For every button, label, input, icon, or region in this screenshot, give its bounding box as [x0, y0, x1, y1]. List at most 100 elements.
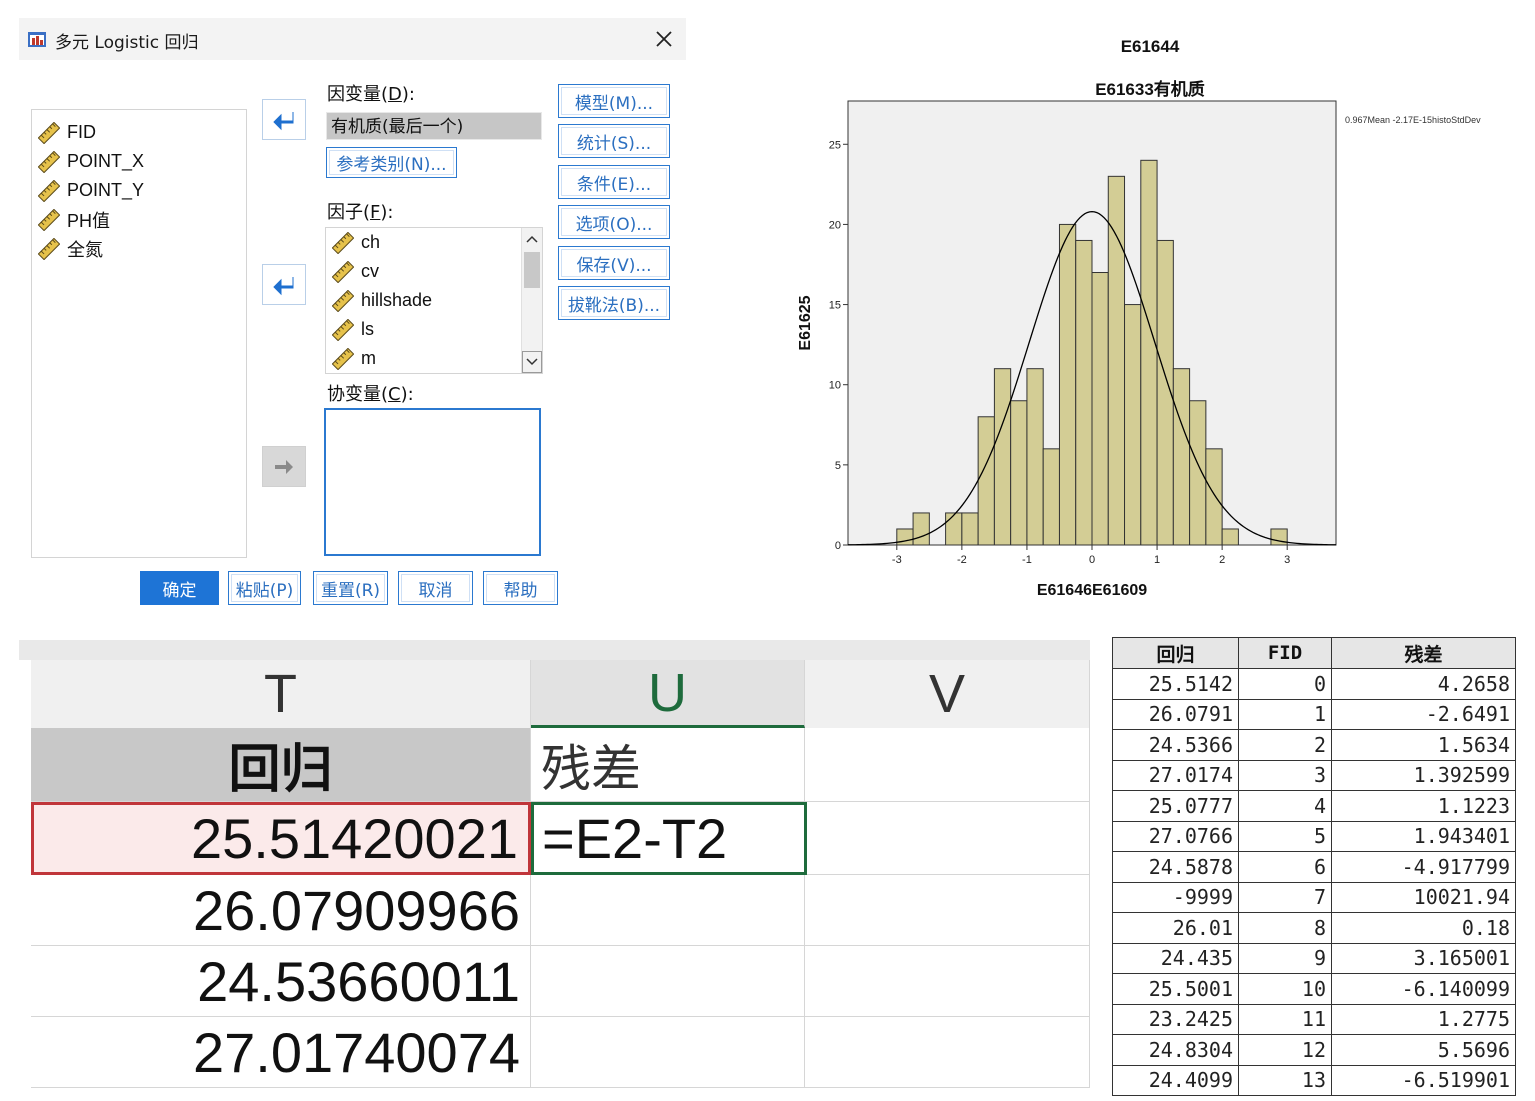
cell-residual[interactable]: -2.6491 [1331, 698, 1516, 730]
cell-residual[interactable]: -4.917799 [1331, 851, 1516, 883]
cell-fid[interactable]: 7 [1238, 881, 1332, 913]
cell-fid[interactable]: 8 [1238, 912, 1332, 944]
cell-fid[interactable]: 13 [1238, 1064, 1332, 1096]
cell-regression[interactable]: 27.0174 [1112, 759, 1239, 791]
cell-residual[interactable]: -6.519901 [1331, 1064, 1516, 1096]
cell-regression[interactable]: 24.8304 [1112, 1034, 1239, 1066]
factor-list[interactable]: ch cv hillshade ls m [325, 227, 543, 374]
cell-v3[interactable] [805, 875, 1090, 946]
factor-scrollbar[interactable] [521, 228, 542, 373]
bootstrap-button[interactable]: 拔靴法(B)... [558, 286, 670, 320]
cell-residual[interactable]: 5.5696 [1331, 1034, 1516, 1066]
cell-v4[interactable] [805, 946, 1090, 1017]
variable-item[interactable]: 全氮 [32, 234, 246, 263]
factor-item[interactable]: ls [326, 315, 542, 344]
cell-t3[interactable]: 26.07909966 [31, 875, 531, 946]
cancel-button[interactable]: 取消 [398, 571, 473, 605]
cell-residual[interactable]: 10021.94 [1331, 881, 1516, 913]
histogram-bar [1010, 400, 1028, 546]
cell-u3[interactable] [531, 875, 805, 946]
cell-regression[interactable]: 23.2425 [1112, 1003, 1239, 1035]
cell-fid[interactable]: 3 [1238, 759, 1332, 791]
cell-fid[interactable]: 6 [1238, 851, 1332, 883]
cell-regression[interactable]: 26.0791 [1112, 698, 1239, 730]
paste-button[interactable]: 粘贴(P) [228, 571, 301, 605]
cell-regression[interactable]: 25.0777 [1112, 790, 1239, 822]
cell-fid[interactable]: 4 [1238, 790, 1332, 822]
variable-item[interactable]: PH值 [32, 205, 246, 234]
factor-item[interactable]: ch [326, 228, 542, 257]
save-button[interactable]: 保存(V)... [558, 246, 670, 280]
factor-item[interactable]: cv [326, 257, 542, 286]
chevron-down-icon[interactable] [522, 351, 542, 373]
source-variable-list[interactable]: FID POINT_X POINT_Y PH值 全氮 [31, 109, 247, 558]
cell-fid[interactable]: 5 [1238, 820, 1332, 852]
cell-regression[interactable]: 27.0766 [1112, 820, 1239, 852]
cell-t2[interactable]: 25.51420021 [31, 802, 531, 875]
reset-button[interactable]: 重置(R) [313, 571, 388, 605]
ok-button[interactable]: 确定 [140, 571, 219, 605]
cell-t5[interactable]: 27.01740074 [31, 1017, 531, 1088]
cell-residual[interactable]: 1.943401 [1331, 820, 1516, 852]
cell-u4[interactable] [531, 946, 805, 1017]
col-header-residual[interactable]: 残差 [1331, 637, 1516, 669]
histogram-bar [1091, 272, 1109, 546]
close-icon[interactable] [651, 26, 677, 52]
cell-residual[interactable]: 3.165001 [1331, 942, 1516, 974]
criteria-button[interactable]: 条件(E)... [558, 165, 670, 199]
cell-residual[interactable]: 1.2775 [1331, 1003, 1516, 1035]
cell-t4[interactable]: 24.53660011 [31, 946, 531, 1017]
cell-regression[interactable]: 24.435 [1112, 942, 1239, 974]
cell-regression[interactable]: 24.5878 [1112, 851, 1239, 883]
chevron-up-icon[interactable] [522, 228, 542, 250]
cell-regression[interactable]: 25.5142 [1112, 668, 1239, 700]
options-button[interactable]: 选项(O)... [558, 205, 670, 239]
cell-fid[interactable]: 10 [1238, 973, 1332, 1005]
factor-item[interactable]: hillshade [326, 286, 542, 315]
cell-residual[interactable]: 1.5634 [1331, 729, 1516, 761]
scroll-thumb[interactable] [524, 252, 540, 288]
cell-t1[interactable]: 回归 [31, 728, 531, 802]
col-header-fid[interactable]: FID [1238, 637, 1332, 669]
cell-regression[interactable]: -9999 [1112, 881, 1239, 913]
cell-fid[interactable]: 2 [1238, 729, 1332, 761]
cell-regression[interactable]: 24.4099 [1112, 1064, 1239, 1096]
model-button[interactable]: 模型(M)... [558, 84, 670, 118]
cell-residual[interactable]: 1.392599 [1331, 759, 1516, 791]
cell-residual[interactable]: 1.1223 [1331, 790, 1516, 822]
cell-fid[interactable]: 1 [1238, 698, 1332, 730]
help-button[interactable]: 帮助 [483, 571, 558, 605]
reference-category-button[interactable]: 参考类别(N)... [326, 147, 457, 178]
cell-u1[interactable]: 残差 [531, 728, 805, 802]
column-header-t[interactable]: T [31, 660, 531, 728]
move-to-factor-button[interactable] [262, 264, 306, 305]
cell-u5[interactable] [531, 1017, 805, 1088]
col-header-regression[interactable]: 回归 [1112, 637, 1239, 669]
cell-fid[interactable]: 9 [1238, 942, 1332, 974]
cell-v2[interactable] [807, 802, 1090, 875]
move-to-dependent-button[interactable] [262, 99, 306, 140]
move-to-covariate-button[interactable] [262, 446, 306, 487]
variable-item[interactable]: POINT_Y [32, 176, 246, 205]
variable-item[interactable]: POINT_X [32, 147, 246, 176]
cell-residual[interactable]: 4.2658 [1331, 668, 1516, 700]
cell-regression[interactable]: 24.5366 [1112, 729, 1239, 761]
cell-v1[interactable] [805, 728, 1090, 802]
factor-label-text: m [361, 348, 376, 368]
cell-regression[interactable]: 26.01 [1112, 912, 1239, 944]
variable-item[interactable]: FID [32, 118, 246, 147]
column-header-v[interactable]: V [805, 660, 1090, 728]
dependent-variable-field[interactable]: 有机质(最后一个) [326, 112, 542, 140]
cell-residual[interactable]: 0.18 [1331, 912, 1516, 944]
cell-residual[interactable]: -6.140099 [1331, 973, 1516, 1005]
cell-u2-formula[interactable]: =E2-T2 [531, 802, 807, 875]
statistics-button[interactable]: 统计(S)... [558, 124, 670, 158]
cell-fid[interactable]: 12 [1238, 1034, 1332, 1066]
factor-item[interactable]: m [326, 344, 542, 373]
cell-fid[interactable]: 11 [1238, 1003, 1332, 1035]
cell-regression[interactable]: 25.5001 [1112, 973, 1239, 1005]
cell-fid[interactable]: 0 [1238, 668, 1332, 700]
column-header-u[interactable]: U [531, 660, 805, 728]
cell-v5[interactable] [805, 1017, 1090, 1088]
covariate-list[interactable] [324, 408, 541, 556]
